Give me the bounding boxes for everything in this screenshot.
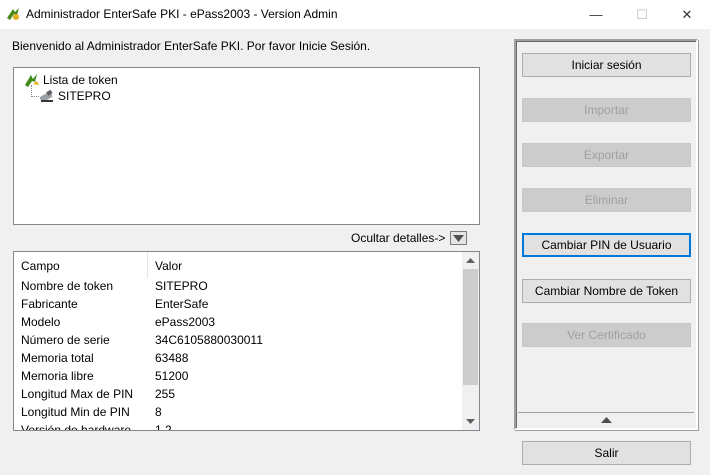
import-button[interactable]: Importar [522,98,691,122]
table-row[interactable]: Memoria total 63488 [14,350,462,368]
table-row[interactable]: Modelo ePass2003 [14,314,462,332]
triangle-up-icon [600,416,612,423]
table-row[interactable]: Longitud Max de PIN 255 [14,386,462,404]
row-value: 34C6105880030011 [155,333,263,347]
usb-token-icon [39,89,53,103]
column-header-field[interactable]: Campo [21,259,60,273]
table-row[interactable]: Nombre de token SITEPRO [14,278,462,296]
row-value: 255 [155,387,176,401]
window-title: Administrador EnterSafe PKI - ePass2003 … [26,7,338,21]
change-pin-button[interactable]: Cambiar PIN de Usuario [522,233,691,257]
row-field: Memoria libre [21,369,94,383]
table-row[interactable]: Longitud Min de PIN 8 [14,404,462,422]
table-row[interactable]: Memoria libre 51200 [14,368,462,386]
export-button[interactable]: Exportar [522,143,691,167]
view-certificate-button[interactable]: Ver Certificado [522,323,691,347]
row-value: 51200 [155,369,189,383]
details-header: Campo Valor [14,252,462,278]
maximize-icon: ☐ [636,6,648,22]
close-icon: ✕ [681,6,693,22]
close-button[interactable]: ✕ [664,0,710,29]
row-value: ePass2003 [155,315,216,329]
tree-root-label: Lista de token [43,73,118,87]
row-field: Fabricante [21,297,78,311]
welcome-message: Bienvenido al Administrador EnterSafe PK… [12,39,371,53]
token-tree[interactable]: Lista de token SITEPRO [13,67,480,225]
row-field: Longitud Min de PIN [21,405,130,419]
minimize-button[interactable]: — [573,0,619,29]
row-field: Número de serie [21,333,110,347]
exit-button[interactable]: Salir [522,441,691,465]
hide-details-label: Ocultar detalles-> [351,231,446,245]
minimize-icon: — [589,7,603,22]
details-scrollbar[interactable] [462,252,479,430]
table-row[interactable]: Número de serie 34C6105880030011 [14,332,462,350]
tree-root-icon [25,74,39,87]
scroll-down-icon[interactable] [462,413,479,430]
tree-item-sitepro[interactable]: SITEPRO [38,88,111,104]
details-list[interactable]: Campo Valor Nombre de token SITEPRO Fabr… [13,251,480,431]
row-field: Nombre de token [21,279,114,293]
row-value: 1.2 [155,423,172,431]
app-icon [7,8,19,20]
panel-collapse-toggle[interactable] [518,412,694,426]
hide-details-toggle[interactable]: Ocultar detalles-> [351,231,468,245]
row-value: 8 [155,405,162,419]
actions-panel: Iniciar sesión Importar Exportar Elimina… [514,39,698,430]
title-bar: Administrador EnterSafe PKI - ePass2003 … [0,0,710,29]
row-value: 63488 [155,351,189,365]
table-row[interactable]: Versión de hardware 1.2 [14,422,462,431]
row-value: SITEPRO [155,279,208,293]
maximize-button[interactable]: ☐ [619,0,665,29]
tree-item-label: SITEPRO [58,89,111,103]
row-field: Versión de hardware [21,423,132,431]
scroll-up-icon[interactable] [462,252,479,269]
row-field: Modelo [21,315,61,329]
triangle-down-icon[interactable] [450,231,468,245]
column-header-value[interactable]: Valor [155,259,182,273]
table-row[interactable]: Fabricante EnterSafe [14,296,462,314]
rename-token-button[interactable]: Cambiar Nombre de Token [522,279,691,303]
scrollbar-thumb[interactable] [463,269,478,385]
column-separator[interactable] [147,252,148,278]
row-field: Longitud Max de PIN [21,387,134,401]
delete-button[interactable]: Eliminar [522,188,691,212]
login-button[interactable]: Iniciar sesión [522,53,691,77]
row-field: Memoria total [21,351,94,365]
tree-root-item[interactable]: Lista de token [24,72,118,88]
row-value: EnterSafe [155,297,209,311]
